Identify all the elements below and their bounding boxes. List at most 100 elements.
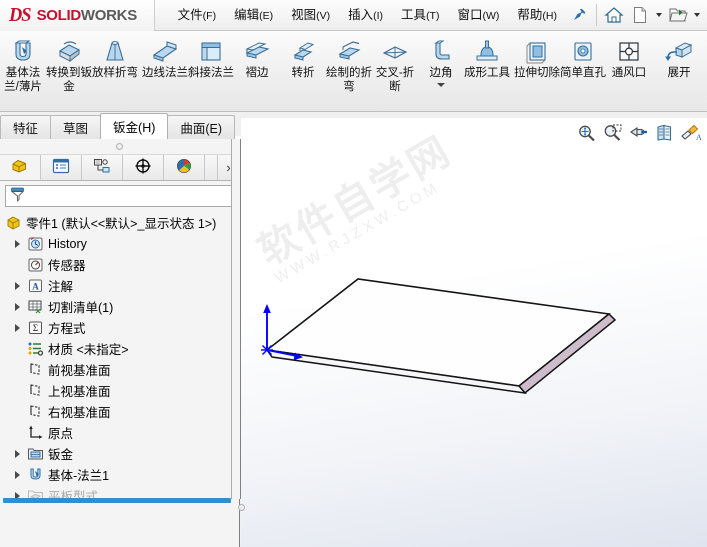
- menu-item-7[interactable]: 帮助(H): [508, 4, 566, 27]
- command-tab-1[interactable]: 特征: [0, 115, 52, 139]
- manager-tab-configuration-manager[interactable]: [82, 155, 123, 180]
- graphics-viewport[interactable]: A 软件自学网 WWW.RJZXW.COM: [241, 118, 707, 547]
- tree-item[interactable]: 基体-法兰1: [9, 464, 239, 485]
- tree-item[interactable]: A 注解: [9, 275, 239, 296]
- ribbon-button-lofted-bend[interactable]: 放样折弯: [92, 31, 138, 109]
- sheet-metal-plate-model[interactable]: [241, 118, 707, 547]
- equations-icon: Σ: [25, 319, 45, 336]
- tree-root-part[interactable]: 零件1 (默认<<默认>_显示状态 1>): [3, 212, 239, 233]
- ribbon-button-hem[interactable]: 褶边: [234, 31, 280, 109]
- rollback-bar[interactable]: [3, 498, 231, 503]
- plate-top-face[interactable]: [265, 278, 611, 387]
- ribbon-button-miter-flange[interactable]: 斜接法兰: [188, 31, 234, 109]
- title-menu-bar: DS SOLIDWORKS 文件(F) 编辑(E) 视图(V) 插入(I) 工具(T) 窗…: [0, 0, 707, 31]
- ribbon-button-unfold[interactable]: 展开: [656, 31, 702, 109]
- ribbon-button-fold[interactable]: 折叠: [702, 31, 707, 109]
- ribbon-button-simple-hole[interactable]: 简单直孔: [560, 31, 606, 109]
- ribbon-button-label: 边角: [429, 67, 453, 79]
- open-document-icon[interactable]: [665, 2, 691, 28]
- panel-splitter-nub[interactable]: [234, 500, 248, 514]
- manager-tab-feature-manager[interactable]: [0, 155, 41, 180]
- previous-view-icon[interactable]: [625, 121, 651, 145]
- menu-item-4[interactable]: 插入(I): [339, 4, 392, 27]
- edge-flange-icon: [151, 35, 179, 65]
- tree-item[interactable]: 钣金: [9, 443, 239, 464]
- ribbon-button-forming-tool[interactable]: 成形工具: [464, 31, 510, 109]
- menu-item-2[interactable]: 编辑(E): [225, 4, 282, 27]
- miter-flange-icon: [197, 35, 225, 65]
- ribbon-button-dropdown-caret[interactable]: [437, 82, 445, 87]
- command-tab-2[interactable]: 草图: [50, 115, 102, 139]
- tree-item-label: 前视基准面: [48, 364, 111, 378]
- display-manager-icon: [174, 157, 194, 178]
- feature-tree: 零件1 (默认<<默认>_显示状态 1>) History 传感器 A 注解切割清单(…: [0, 209, 239, 527]
- ribbon-button-label: 褶边: [245, 67, 269, 79]
- tree-item[interactable]: 材质 <未指定>: [9, 338, 239, 359]
- ribbon-button-sketched-bend[interactable]: 绘制的折弯: [326, 31, 372, 109]
- manager-tab-dimxpert-manager[interactable]: [123, 155, 164, 180]
- ribbon-button-jog[interactable]: 转折: [280, 31, 326, 109]
- pin-icon[interactable]: [566, 2, 592, 28]
- jog-icon: [289, 35, 317, 65]
- property-manager-icon: [51, 157, 71, 178]
- tree-item[interactable]: 原点: [9, 422, 239, 443]
- zoom-to-area-icon[interactable]: [599, 121, 625, 145]
- manager-tab-display-manager[interactable]: [164, 155, 205, 180]
- menu-item-3[interactable]: 视图(V): [282, 4, 339, 27]
- menu-item-6[interactable]: 窗口(W): [448, 4, 508, 27]
- ribbon-button-corner[interactable]: 边角: [418, 31, 464, 109]
- tree-filter-bar[interactable]: [5, 185, 234, 207]
- menu-item-5[interactable]: 工具(T): [392, 4, 448, 27]
- tree-item[interactable]: 右视基准面: [9, 401, 239, 422]
- command-tab-3[interactable]: 钣金(H): [100, 113, 169, 139]
- tree-item[interactable]: 上视基准面: [9, 380, 239, 401]
- chevron-right-icon: [14, 470, 20, 479]
- simple-hole-icon: [569, 35, 597, 65]
- ribbon-button-label: 转换到钣金: [46, 67, 92, 93]
- view-orientation-icon[interactable]: A: [677, 121, 703, 145]
- tree-expand-arrow[interactable]: [9, 239, 25, 248]
- logo-ds-mark: DS: [8, 3, 32, 26]
- vent-icon: [615, 35, 643, 65]
- tree-expand-arrow[interactable]: [9, 449, 25, 458]
- ribbon-button-extruded-cut[interactable]: 拉伸切除: [514, 31, 560, 109]
- tree-item[interactable]: History: [9, 233, 239, 254]
- cross-break-icon: [381, 35, 409, 65]
- tree-item-label: 右视基准面: [48, 406, 111, 420]
- tree-item[interactable]: 前视基准面: [9, 359, 239, 380]
- home-icon[interactable]: [601, 2, 627, 28]
- menu-item-label: 插入: [348, 7, 374, 22]
- manager-tab-property-manager[interactable]: [41, 155, 82, 180]
- tree-expand-arrow[interactable]: [9, 470, 25, 479]
- ribbon-button-label: 基体法兰/薄片: [4, 67, 42, 93]
- ribbon-button-edge-flange[interactable]: 边线法兰: [142, 31, 188, 109]
- ribbon-button-label: 折叠: [702, 67, 707, 81]
- part-icon: [3, 214, 23, 231]
- splitter-nub-dot: [237, 503, 245, 511]
- command-tab-4[interactable]: 曲面(E): [167, 115, 236, 139]
- tree-item[interactable]: Σ 方程式: [9, 317, 239, 338]
- ribbon-button-base-flange[interactable]: 基体法兰/薄片: [0, 31, 46, 109]
- section-view-icon[interactable]: [651, 121, 677, 145]
- ribbon-button-vent[interactable]: 通风口: [606, 31, 652, 109]
- ribbon-button-label: 通风口: [611, 67, 647, 79]
- open-document-dropdown-caret[interactable]: [694, 13, 700, 17]
- chevron-right-icon: [14, 323, 20, 332]
- ribbon-button-cross-break[interactable]: 交叉-折断: [372, 31, 418, 109]
- configuration-manager-icon: [92, 157, 112, 178]
- new-document-dropdown-caret[interactable]: [656, 13, 662, 17]
- command-tab-bar: 特征 草图 钣金(H) 曲面(E): [0, 112, 240, 139]
- zoom-to-fit-icon[interactable]: [573, 121, 599, 145]
- tree-item[interactable]: 切割清单(1): [9, 296, 239, 317]
- tree-item-label: 切割清单(1): [48, 301, 114, 315]
- panel-collapse-handle[interactable]: [0, 139, 239, 155]
- new-document-icon[interactable]: [627, 2, 653, 28]
- tree-filter-input[interactable]: [26, 188, 233, 204]
- ribbon-button-convert-to-sheetmetal[interactable]: 转换到钣金: [46, 31, 92, 109]
- tree-expand-arrow[interactable]: [9, 302, 25, 311]
- logo-solid-text: SOLID: [36, 6, 82, 24]
- tree-expand-arrow[interactable]: [9, 323, 25, 332]
- tree-item[interactable]: 传感器: [9, 254, 239, 275]
- tree-expand-arrow[interactable]: [9, 281, 25, 290]
- menu-item-1[interactable]: 文件(F): [169, 4, 225, 27]
